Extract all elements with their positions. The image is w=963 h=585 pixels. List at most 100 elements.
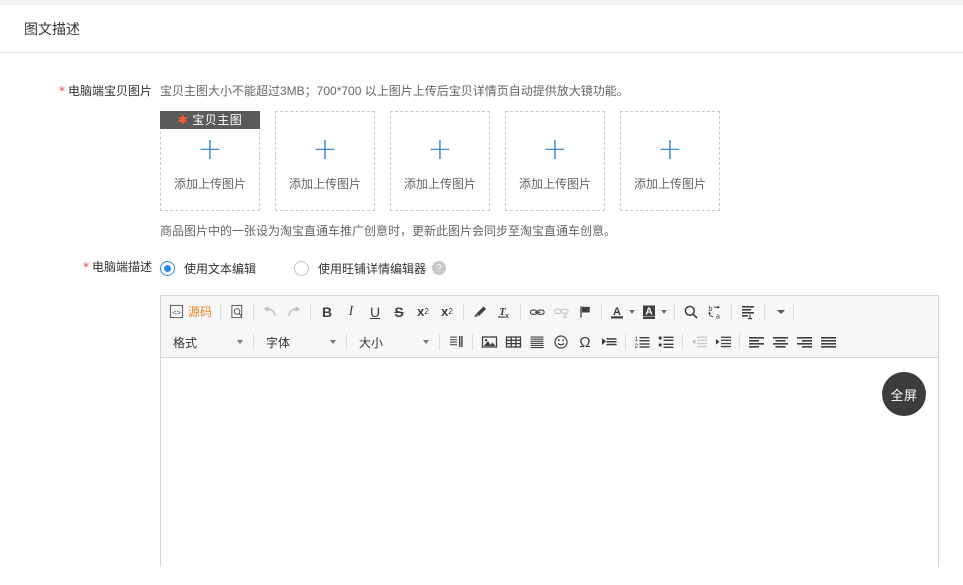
chevron-down-icon — [330, 340, 336, 344]
undo-icon[interactable] — [258, 300, 282, 324]
source-code-label: 源码 — [188, 305, 213, 319]
plus-icon: + — [197, 131, 223, 167]
upload-box-2[interactable]: + 添加上传图片 — [275, 111, 375, 211]
form-body: * 电脑端宝贝图片 宝贝主图大小不能超过3MB；700*700 以上图片上传后宝贝… — [0, 53, 963, 567]
source-code-icon: <> — [169, 304, 184, 319]
redo-icon[interactable] — [282, 300, 306, 324]
size-select[interactable]: 大小 — [351, 330, 435, 354]
bulleted-list-icon[interactable] — [654, 330, 678, 354]
insert-marker-icon[interactable] — [597, 330, 621, 354]
plus-icon: + — [542, 131, 568, 167]
link-icon[interactable] — [525, 300, 549, 324]
radio-text-editor-label: 使用文本编辑 — [184, 261, 257, 276]
italic-icon[interactable]: I — [339, 300, 363, 324]
background-color-icon[interactable]: A — [638, 300, 670, 324]
editor-content-area[interactable]: 全屏 — [161, 358, 938, 567]
radio-text-editor[interactable]: 使用文本编辑 — [160, 260, 256, 277]
bold-icon[interactable]: B — [315, 300, 339, 324]
fullscreen-button[interactable]: 全屏 — [882, 372, 926, 416]
insert-image-icon[interactable] — [477, 330, 501, 354]
image-upload-hint: 宝贝主图大小不能超过3MB；700*700 以上图片上传后宝贝详情页自动提供放大… — [160, 84, 629, 98]
svg-text:x: x — [505, 313, 509, 320]
toolbar-separator — [310, 303, 312, 320]
toolbar-separator — [625, 334, 626, 350]
svg-text:2: 2 — [634, 343, 638, 350]
preview-icon[interactable] — [225, 300, 249, 324]
smiley-icon[interactable] — [549, 330, 573, 354]
show-blocks-icon[interactable] — [736, 300, 760, 324]
text-color-icon[interactable]: A — [606, 300, 638, 324]
source-code-button[interactable]: <> 源码 — [165, 303, 216, 320]
toolbar-separator — [674, 303, 676, 320]
radio-button-icon[interactable] — [294, 260, 310, 276]
upload-caption: 添加上传图片 — [173, 176, 246, 191]
svg-text:b: b — [708, 306, 712, 313]
toolbar-separator — [439, 334, 440, 350]
toolbar-separator — [739, 334, 740, 350]
description-field: 使用文本编辑 使用旺铺详情编辑器 ? <> 源码 B I U S x 2 x 2… — [160, 257, 963, 567]
subscript-icon[interactable]: x2 — [411, 300, 435, 324]
toolbar-separator — [731, 303, 733, 320]
svg-text:a: a — [716, 313, 720, 320]
unlink-icon[interactable] — [549, 300, 573, 324]
clear-formatting-icon[interactable]: T x — [492, 300, 516, 324]
toolbar-separator — [764, 303, 766, 320]
horizontal-rule-icon[interactable] — [525, 330, 549, 354]
strikethrough-icon[interactable]: S — [387, 300, 411, 324]
anchor-flag-icon[interactable] — [573, 300, 597, 324]
plus-icon: + — [657, 131, 683, 167]
toolbar-separator — [346, 334, 347, 350]
image-upload-label-text: 电脑端宝贝图片 — [67, 84, 152, 98]
page-break-icon[interactable] — [444, 330, 468, 354]
upload-box-5[interactable]: + 添加上传图片 — [620, 111, 720, 211]
insert-table-icon[interactable] — [501, 330, 525, 354]
upload-box-4[interactable]: + 添加上传图片 — [505, 111, 605, 211]
font-select[interactable]: 字体 — [258, 330, 342, 354]
align-right-icon[interactable] — [792, 330, 816, 354]
decrease-indent-icon[interactable] — [687, 330, 711, 354]
subscript-digit: 2 — [424, 307, 429, 316]
question-mark-icon[interactable]: ? — [432, 261, 447, 275]
omega-glyph: Ω — [579, 333, 591, 351]
radio-shop-editor-label: 使用旺铺详情编辑器 — [318, 261, 427, 276]
special-character-icon[interactable]: Ω — [573, 330, 597, 354]
size-select-value: 大小 — [359, 335, 384, 350]
main-image-badge: ✱ 宝贝主图 — [160, 111, 260, 129]
radio-shop-editor[interactable]: 使用旺铺详情编辑器 ? — [294, 260, 447, 277]
align-left-icon[interactable] — [744, 330, 768, 354]
format-select-value: 格式 — [173, 335, 198, 350]
template-dropdown[interactable] — [769, 309, 789, 314]
numbered-list-icon[interactable]: 1 2 — [630, 330, 654, 354]
increase-indent-icon[interactable] — [711, 330, 735, 354]
required-star-icon: * — [82, 260, 89, 274]
editor-mode-radio-group: 使用文本编辑 使用旺铺详情编辑器 ? — [160, 257, 963, 279]
radio-button-icon[interactable] — [160, 260, 175, 276]
remove-format-brush-icon[interactable] — [468, 300, 492, 324]
editor-toolbar: <> 源码 B I U S x 2 x 2 T x A A b a 格式 字体 … — [161, 296, 938, 358]
description-row: * 电脑端描述 使用文本编辑 使用旺铺详情编辑器 ? <> 源码 B I U S… — [0, 257, 963, 567]
toolbar-separator — [472, 334, 473, 350]
toolbar-separator — [253, 303, 255, 320]
upload-caption: 添加上传图片 — [288, 176, 361, 191]
align-center-icon[interactable] — [768, 330, 792, 354]
find-icon[interactable] — [679, 300, 703, 324]
underline-icon[interactable]: U — [363, 300, 387, 324]
plus-icon: + — [312, 131, 338, 167]
toolbar-row-1: <> 源码 B I U S x 2 x 2 T x A A b a — [161, 296, 938, 327]
toolbar-separator — [601, 303, 603, 320]
toolbar-separator — [253, 334, 254, 350]
replace-icon[interactable]: b a — [703, 300, 727, 324]
align-justify-icon[interactable] — [816, 330, 840, 354]
chevron-down-icon — [629, 309, 636, 314]
upload-box-3[interactable]: + 添加上传图片 — [390, 111, 490, 211]
toolbar-separator — [520, 303, 522, 320]
description-label: * 电脑端描述 — [0, 257, 160, 277]
rich-text-editor: <> 源码 B I U S x 2 x 2 T x A A b a 格式 字体 … — [160, 295, 939, 567]
svg-text:<>: <> — [172, 308, 181, 317]
image-upload-footnote: 商品图片中的一张设为淘宝直通车推广创意时，更新此图片会同步至淘宝直通车创意。 — [160, 224, 617, 238]
badge-star-icon: ✱ — [177, 113, 189, 127]
superscript-icon[interactable]: x2 — [435, 300, 459, 324]
upload-box-main[interactable]: ✱ 宝贝主图 + 添加上传图片 — [160, 111, 260, 211]
toolbar-separator — [682, 334, 683, 350]
format-select[interactable]: 格式 — [165, 330, 249, 354]
